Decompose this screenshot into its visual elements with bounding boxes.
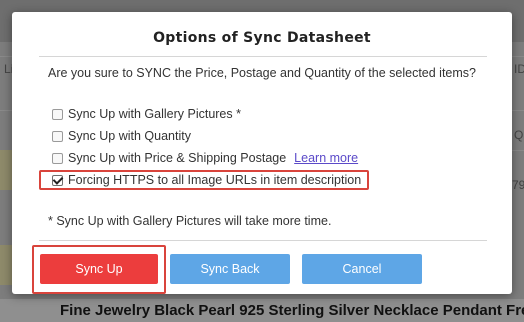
background-item-title: Fine Jewelry Black Pearl 925 Sterling Si…: [60, 302, 524, 319]
option-quantity[interactable]: Sync Up with Quantity: [52, 127, 191, 145]
background-side-text: Q: [514, 128, 524, 142]
background-side-text: ID: [514, 62, 524, 76]
gallery-pictures-checkbox[interactable]: [52, 108, 63, 120]
sync-up-button[interactable]: Sync Up: [40, 254, 158, 284]
dialog-title: Options of Sync Datasheet: [153, 30, 371, 46]
quantity-checkbox[interactable]: [52, 130, 63, 142]
gallery-time-note: * Sync Up with Gallery Pictures will tak…: [48, 214, 332, 228]
cancel-button[interactable]: Cancel: [302, 254, 422, 284]
option-label: Sync Up with Price & Shipping Postage: [68, 151, 287, 165]
price-shipping-checkbox[interactable]: [52, 152, 63, 164]
title-divider: [39, 56, 487, 57]
sync-options-dialog: Options of Sync Datasheet Are you sure t…: [12, 12, 512, 294]
dialog-question: Are you sure to SYNC the Price, Postage …: [48, 66, 477, 80]
learn-more-link[interactable]: Learn more: [294, 151, 358, 165]
sync-back-button[interactable]: Sync Back: [170, 254, 290, 284]
background-side-text: 792: [512, 178, 524, 192]
force-https-highlight: [39, 170, 369, 190]
footer-divider: [39, 240, 487, 241]
option-label: Sync Up with Gallery Pictures *: [68, 107, 241, 121]
option-price-shipping[interactable]: Sync Up with Price & Shipping Postage Le…: [52, 149, 358, 167]
option-gallery-pictures[interactable]: Sync Up with Gallery Pictures *: [52, 105, 241, 123]
option-label: Sync Up with Quantity: [68, 129, 191, 143]
